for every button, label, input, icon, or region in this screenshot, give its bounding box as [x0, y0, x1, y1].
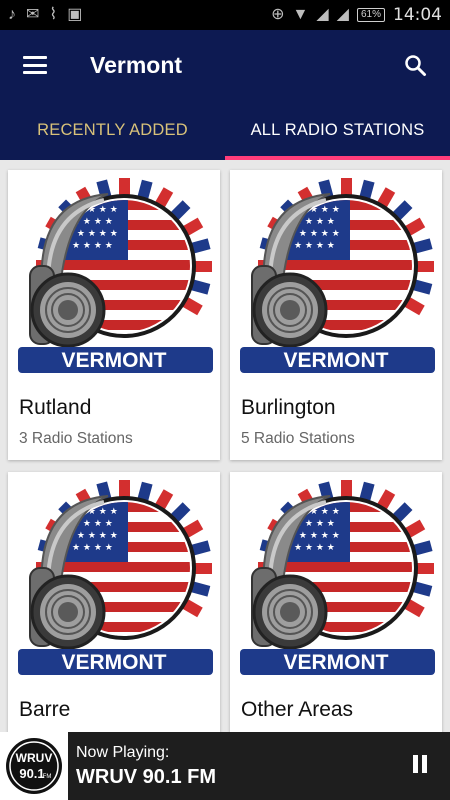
vermont-radio-logo: VERMONT: [8, 170, 220, 382]
clock: 14:04: [393, 5, 442, 25]
data-saver-icon: ⊕: [271, 6, 285, 23]
area-name: Barre: [19, 698, 71, 721]
area-name: Burlington: [241, 396, 336, 419]
station-logo: WRUV 90.1 FM: [0, 732, 68, 800]
pause-button[interactable]: [390, 732, 450, 800]
broom-icon: ⌇: [49, 6, 58, 23]
toolbar: Vermont: [0, 30, 450, 100]
signal-icon: ◢: [316, 6, 329, 23]
tab-all-radio-stations[interactable]: ALL RADIO STATIONS: [225, 100, 450, 160]
system-icons: ⊕ ▼ ◢ ◢ 61% 14:04: [271, 5, 442, 25]
vermont-radio-logo: VERMONT: [8, 472, 220, 684]
svg-text:WRUV: WRUV: [16, 751, 53, 765]
logo-label: VERMONT: [284, 651, 389, 674]
battery-indicator: 61%: [356, 8, 385, 22]
pause-icon: [411, 754, 429, 778]
now-playing-bar[interactable]: WRUV 90.1 FM Now Playing: WRUV 90.1 FM: [0, 732, 450, 800]
search-icon: [405, 55, 426, 76]
area-card-rutland[interactable]: VERMONT Rutland 3 Radio Stations: [8, 170, 220, 460]
svg-text:90.1: 90.1: [19, 766, 44, 781]
area-card-burlington[interactable]: VERMONT Burlington 5 Radio Stations: [230, 170, 442, 460]
music-note-icon: ♪: [8, 6, 16, 23]
vermont-radio-logo: VERMONT: [230, 170, 442, 382]
logo-label: VERMONT: [62, 349, 167, 372]
area-card-other-areas[interactable]: VERMONT Other Areas: [230, 472, 442, 732]
area-grid: VERMONT Rutland 3 Radio Stations VERMONT…: [0, 160, 450, 732]
logo-label: VERMONT: [62, 651, 167, 674]
logo-label: VERMONT: [284, 349, 389, 372]
svg-text:FM: FM: [43, 774, 52, 780]
now-playing-label: Now Playing:: [76, 743, 170, 761]
signal-icon-2: ◢: [336, 6, 349, 23]
area-card-barre[interactable]: VERMONT Barre: [8, 472, 220, 732]
search-button[interactable]: [380, 30, 450, 100]
status-bar: ♪ ✉ ⌇ ▣ ⊕ ▼ ◢ ◢ 61% 14:04: [0, 0, 450, 30]
hamburger-menu-icon: [23, 56, 47, 74]
image-icon: ▣: [67, 6, 83, 23]
tab-bar: RECENTLY ADDED ALL RADIO STATIONS: [0, 100, 450, 160]
station-count: 3 Radio Stations: [19, 430, 133, 447]
mail-icon: ✉: [26, 6, 40, 23]
tab-recently-added[interactable]: RECENTLY ADDED: [0, 100, 225, 160]
area-name: Rutland: [19, 396, 92, 419]
area-name: Other Areas: [241, 698, 354, 721]
station-name: WRUV 90.1 FM: [76, 765, 217, 788]
now-playing-info: Now Playing: WRUV 90.1 FM: [76, 744, 216, 789]
wifi-icon: ▼: [292, 6, 309, 23]
menu-button[interactable]: [0, 30, 70, 100]
page-title: Vermont: [90, 51, 183, 78]
vermont-radio-logo: VERMONT: [230, 472, 442, 684]
station-count: 5 Radio Stations: [241, 430, 355, 447]
app-bar: Vermont RECENTLY ADDED ALL RADIO STATION…: [0, 30, 450, 160]
notification-icons: ♪ ✉ ⌇ ▣: [8, 7, 82, 23]
